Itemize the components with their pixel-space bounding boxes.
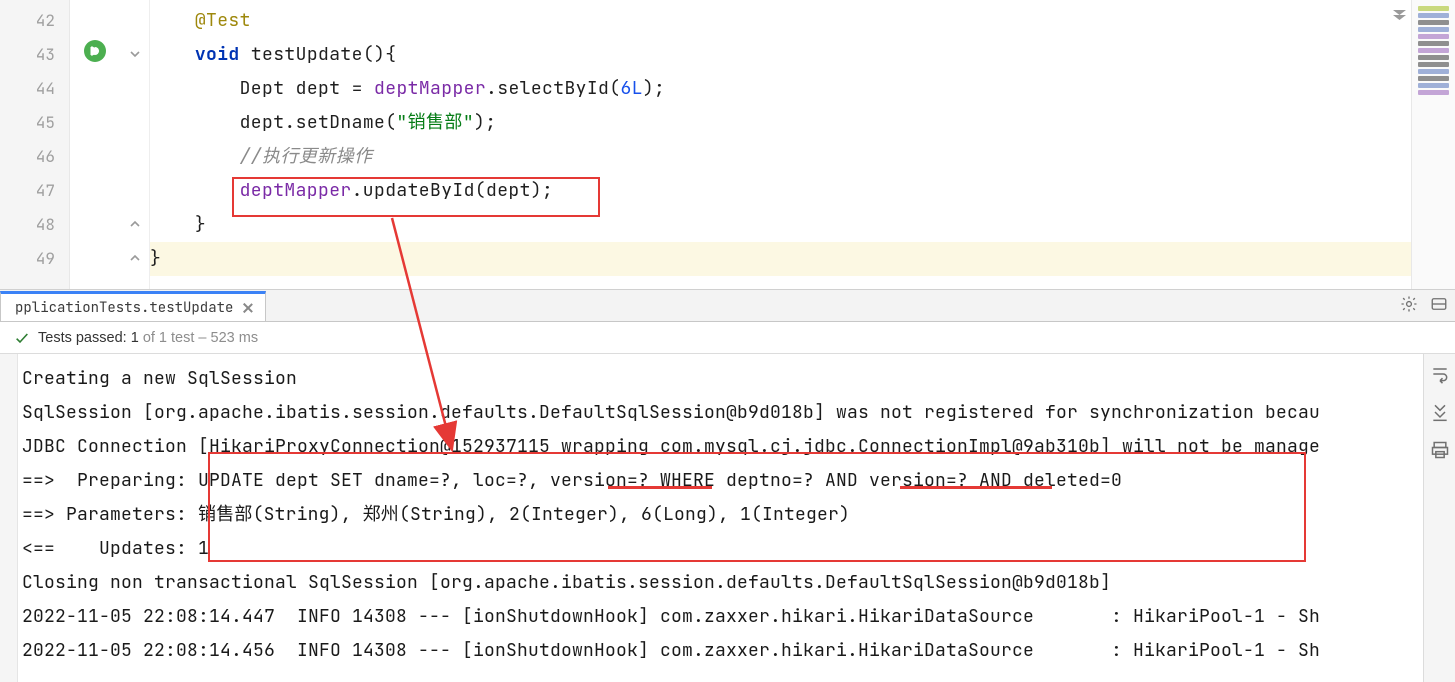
line-number: 43 — [0, 38, 69, 72]
fold-close-icon[interactable] — [129, 214, 141, 226]
minimap-block — [1418, 90, 1449, 95]
code-line: dept.setDname("销售部"); — [150, 106, 1411, 140]
fold-open-icon[interactable] — [129, 44, 141, 56]
scroll-to-end-icon[interactable] — [1430, 402, 1450, 422]
minimap-block — [1418, 27, 1449, 32]
code-line: deptMapper.updateById(dept); — [150, 174, 1411, 208]
console-output[interactable]: Creating a new SqlSessionSqlSession [org… — [18, 354, 1423, 682]
code-line: } — [150, 242, 1411, 276]
print-icon[interactable] — [1430, 440, 1450, 460]
line-number: 44 — [0, 72, 69, 106]
minimap-block — [1418, 34, 1449, 39]
line-number: 42 — [0, 4, 69, 38]
minimap-block — [1418, 76, 1449, 81]
minimap-block — [1418, 13, 1449, 18]
console-line: SqlSession [org.apache.ibatis.session.de… — [22, 396, 1423, 430]
code-line: //执行更新操作 — [150, 140, 1411, 174]
console-line: ==> Parameters: 销售部(String), 郑州(String),… — [22, 498, 1423, 532]
minimap-block — [1418, 6, 1449, 11]
minimap-block — [1418, 20, 1449, 25]
run-tab-strip: pplicationTests.testUpdate — [0, 290, 1455, 322]
run-test-icon[interactable] — [84, 40, 106, 62]
hide-panel-icon[interactable] — [1429, 294, 1449, 314]
code-line: void testUpdate(){ — [150, 38, 1411, 72]
minimap-block — [1418, 41, 1449, 46]
run-tab-label: pplicationTests.testUpdate — [15, 299, 233, 317]
minimap-block — [1418, 48, 1449, 53]
line-number: 49 — [0, 242, 69, 276]
minimap-block — [1418, 83, 1449, 88]
test-status-bar: Tests passed: 1 of 1 test – 523 ms — [0, 322, 1455, 354]
minimap[interactable] — [1411, 0, 1455, 289]
close-icon[interactable] — [241, 301, 255, 315]
check-icon — [14, 330, 30, 346]
status-mid: of 1 test — [143, 330, 195, 346]
run-tab[interactable]: pplicationTests.testUpdate — [0, 291, 266, 321]
console-line: <== Updates: 1 — [22, 532, 1423, 566]
code-line: @Test — [150, 4, 1411, 38]
code-line: Dept dept = deptMapper.selectById(6L); — [150, 72, 1411, 106]
line-number-gutter: 4243444546474849 — [0, 0, 70, 289]
console-line: 2022-11-05 22:08:14.447 INFO 14308 --- [… — [22, 600, 1423, 634]
minimap-block — [1418, 62, 1449, 67]
status-prefix: Tests passed: — [38, 330, 127, 346]
line-number: 45 — [0, 106, 69, 140]
status-suffix: – 523 ms — [194, 330, 258, 346]
line-number: 48 — [0, 208, 69, 242]
gear-icon[interactable] — [1399, 294, 1419, 314]
console-line: ==> Preparing: UPDATE dept SET dname=?, … — [22, 464, 1423, 498]
fold-close-icon[interactable] — [129, 248, 141, 260]
fold-gutter — [122, 0, 150, 289]
code-line: } — [150, 208, 1411, 242]
console-line: Creating a new SqlSession — [22, 362, 1423, 396]
console-gutter — [0, 354, 18, 682]
console-line: Closing non transactional SqlSession [or… — [22, 566, 1423, 600]
line-number: 46 — [0, 140, 69, 174]
run-marker-gutter — [70, 0, 122, 289]
code-area[interactable]: @Test void testUpdate(){ Dept dept = dep… — [150, 0, 1411, 289]
minimap-block — [1418, 55, 1449, 60]
console-line: JDBC Connection [HikariProxyConnection@1… — [22, 430, 1423, 464]
annotation-underline — [608, 486, 712, 489]
collapse-editor-icon[interactable] — [1392, 4, 1407, 15]
status-pass-count: 1 — [131, 330, 139, 346]
console-toolbar — [1423, 354, 1455, 682]
console-panel: Creating a new SqlSessionSqlSession [org… — [0, 354, 1455, 682]
minimap-block — [1418, 69, 1449, 74]
line-number: 47 — [0, 174, 69, 208]
annotation-underline — [900, 486, 1052, 489]
code-editor[interactable]: 4243444546474849 @Test void testUpdate()… — [0, 0, 1455, 290]
soft-wrap-icon[interactable] — [1430, 364, 1450, 384]
console-line: 2022-11-05 22:08:14.456 INFO 14308 --- [… — [22, 634, 1423, 668]
